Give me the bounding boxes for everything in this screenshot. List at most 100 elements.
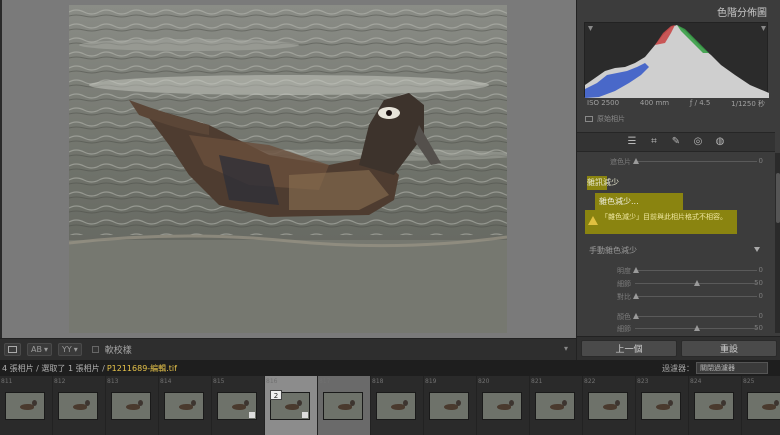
original-photo-toggle[interactable]: 原始相片 bbox=[585, 114, 625, 124]
current-filename[interactable]: P1211689-編輯.tif bbox=[107, 363, 177, 374]
slider-thumb[interactable] bbox=[633, 267, 639, 273]
filmstrip-number: 821 bbox=[531, 378, 543, 385]
filmstrip-cell[interactable]: 812 bbox=[53, 376, 106, 435]
warning-text: 「雜色減少」目前與此相片格式不相容。 bbox=[601, 213, 727, 221]
filmstrip-thumbnail[interactable] bbox=[58, 392, 98, 420]
reset-button[interactable]: 重設 bbox=[681, 340, 777, 357]
previous-button[interactable]: 上一個 bbox=[581, 340, 677, 357]
filmstrip-thumbnail[interactable] bbox=[111, 392, 151, 420]
filmstrip-thumbnail[interactable] bbox=[5, 392, 45, 420]
filmstrip-number: 823 bbox=[637, 378, 649, 385]
filmstrip-cell[interactable]: 814 bbox=[159, 376, 212, 435]
filmstrip-cell[interactable]: 819 bbox=[424, 376, 477, 435]
color-detail-slider[interactable]: 細節 50 bbox=[577, 324, 775, 334]
panel-scrollbar[interactable] bbox=[775, 153, 780, 333]
slider-thumb[interactable] bbox=[694, 280, 700, 286]
slider-track[interactable] bbox=[635, 296, 757, 297]
filmstrip-cell[interactable]: 815 bbox=[212, 376, 265, 435]
filmstrip-thumbnail[interactable] bbox=[323, 392, 363, 420]
red-eye-icon[interactable]: ◎ bbox=[692, 136, 704, 148]
sliders-icon[interactable]: ☰ bbox=[626, 136, 638, 148]
slider-value: 0 bbox=[758, 312, 763, 320]
filter-select[interactable]: 關閉過濾器 bbox=[696, 362, 768, 374]
thumbnail-duck-head bbox=[403, 400, 408, 406]
filmstrip-thumbnail[interactable] bbox=[747, 392, 780, 420]
filmstrip-cell[interactable]: 824 bbox=[689, 376, 742, 435]
filmstrip-cell[interactable]: 823 bbox=[636, 376, 689, 435]
filmstrip-thumbnail[interactable] bbox=[482, 392, 522, 420]
slider-thumb[interactable] bbox=[694, 325, 700, 331]
healing-brush-icon[interactable]: ✎ bbox=[670, 136, 682, 148]
soft-proof-checkbox[interactable] bbox=[91, 346, 99, 353]
luminance-detail-slider[interactable]: 細節 50 bbox=[577, 279, 775, 289]
slider-track[interactable] bbox=[635, 161, 757, 162]
filmstrip-cell[interactable]: 813 bbox=[106, 376, 159, 435]
luminance-slider[interactable]: 明度 0 bbox=[577, 266, 775, 276]
histogram-title[interactable]: 色階分佈圖 bbox=[577, 0, 775, 22]
filmstrip-number: 817 bbox=[319, 378, 331, 385]
toolbar-menu-icon[interactable]: ▾ bbox=[564, 344, 568, 353]
filmstrip-cell[interactable]: 821 bbox=[530, 376, 583, 435]
viewer-toolbar: AB ▾ YY ▾ 軟校樣 ▾ bbox=[0, 338, 576, 360]
filmstrip-thumbnail[interactable] bbox=[429, 392, 469, 420]
slider-thumb[interactable] bbox=[633, 313, 639, 319]
filmstrip-thumbnail[interactable] bbox=[641, 392, 681, 420]
filmstrip-number: 822 bbox=[584, 378, 596, 385]
slider-thumb[interactable] bbox=[633, 293, 639, 299]
slider-label: 細節 bbox=[617, 280, 631, 288]
slider-track[interactable] bbox=[635, 270, 757, 271]
slider-track[interactable] bbox=[635, 316, 757, 317]
filmstrip-thumbnail[interactable] bbox=[694, 392, 734, 420]
chevron-down-icon: ▾ bbox=[73, 345, 78, 354]
thumbnail-duck-head bbox=[456, 400, 461, 406]
thumbnail-duck-head bbox=[297, 400, 302, 406]
filmstrip-thumbnail[interactable] bbox=[376, 392, 416, 420]
slider-value: 0 bbox=[758, 157, 763, 165]
filmstrip-cell[interactable]: 817 bbox=[318, 376, 371, 435]
filmstrip-number: 818 bbox=[372, 378, 384, 385]
contrast-slider[interactable]: 對比 0 bbox=[577, 292, 775, 302]
original-photo-label: 原始相片 bbox=[597, 115, 625, 123]
original-photo-checkbox[interactable] bbox=[585, 116, 593, 122]
scrollbar-thumb[interactable] bbox=[776, 173, 780, 223]
thumbnail-duck-head bbox=[668, 400, 673, 406]
thumbnail-duck-head bbox=[32, 400, 37, 406]
exif-shutter: 1/1250 秒 bbox=[731, 100, 765, 108]
histogram-graph bbox=[585, 25, 769, 98]
histogram[interactable] bbox=[584, 22, 769, 98]
filmstrip-number: 813 bbox=[107, 378, 119, 385]
before-after-button[interactable]: AB ▾ bbox=[27, 343, 52, 356]
filmstrip-cell[interactable]: 818 bbox=[371, 376, 424, 435]
filmstrip-thumbnail[interactable] bbox=[535, 392, 575, 420]
photo-viewer[interactable] bbox=[0, 0, 576, 338]
filmstrip-cell[interactable]: 816 2 bbox=[265, 376, 318, 435]
slider-value: 0 bbox=[758, 266, 763, 274]
main-photo[interactable] bbox=[69, 5, 507, 333]
denoise-button[interactable]: 雜色減少... bbox=[599, 196, 639, 207]
swap-view-button[interactable]: YY ▾ bbox=[57, 343, 82, 356]
filmstrip-thumbnail[interactable] bbox=[588, 392, 628, 420]
panel-buttons: 上一個 重設 bbox=[577, 336, 780, 360]
filmstrip-thumbnail[interactable] bbox=[164, 392, 204, 420]
masking-icon[interactable]: ◍ bbox=[714, 136, 726, 148]
slider-label: 顏色 bbox=[617, 313, 631, 321]
filmstrip-cell[interactable]: 825 bbox=[742, 376, 780, 435]
stack-count-badge[interactable]: 2 bbox=[270, 390, 282, 400]
filmstrip-cell[interactable]: 811 bbox=[0, 376, 53, 435]
collapse-triangle-icon[interactable] bbox=[754, 247, 760, 252]
edited-badge-icon bbox=[249, 412, 255, 418]
manual-noise-reduction-label[interactable]: 手動雜色減少 bbox=[589, 245, 637, 256]
filmstrip-number: 814 bbox=[160, 378, 172, 385]
filmstrip-cell[interactable]: 820 bbox=[477, 376, 530, 435]
thumbnail-duck-head bbox=[774, 400, 779, 406]
masking-slider[interactable]: 遮色片 0 bbox=[577, 157, 775, 167]
slider-thumb[interactable] bbox=[633, 158, 639, 164]
filmstrip-number: 815 bbox=[213, 378, 225, 385]
filmstrip-cell[interactable]: 822 bbox=[583, 376, 636, 435]
filmstrip-thumbnail[interactable] bbox=[217, 392, 257, 420]
color-slider[interactable]: 顏色 0 bbox=[577, 312, 775, 322]
edited-badge-icon bbox=[302, 412, 308, 418]
crop-icon[interactable]: ⌗ bbox=[648, 136, 660, 148]
thumbnail-duck-head bbox=[85, 400, 90, 406]
loupe-view-button[interactable] bbox=[4, 343, 21, 356]
